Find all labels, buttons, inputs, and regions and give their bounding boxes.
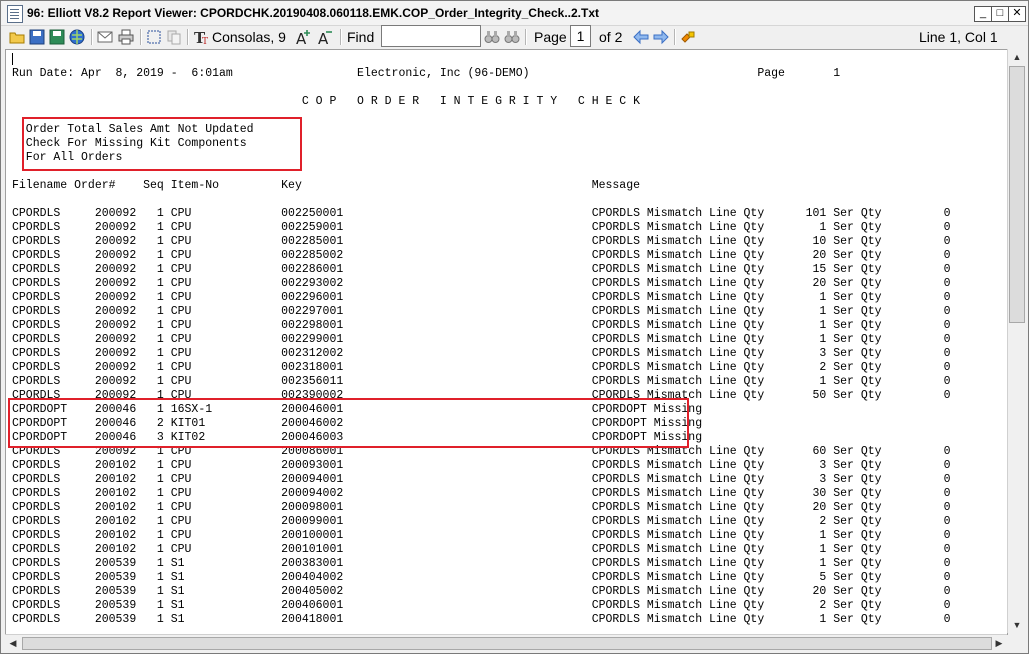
page-label: Page — [534, 29, 567, 45]
report-line: CPORDLS 200539 1 S1 200383001 CPORDLS Mi… — [12, 557, 951, 570]
report-line: CPORDLS 200102 1 CPU 200099001 CPORDLS M… — [12, 515, 951, 528]
report-line: CPORDLS 200092 1 CPU 002318001 CPORDLS M… — [12, 361, 951, 374]
cursor-position: Line 1, Col 1 — [919, 29, 998, 45]
toolbar-separator — [187, 29, 189, 45]
scroll-up-icon[interactable]: ▲ — [1009, 49, 1025, 65]
decrease-font-icon[interactable]: A — [318, 29, 334, 45]
report-line: C O P O R D E R I N T E G R I T Y C H E … — [12, 95, 641, 108]
select-all-icon[interactable] — [146, 29, 162, 45]
report-viewer-window: 96: Elliott V8.2 Report Viewer: CPORDCHK… — [0, 0, 1029, 654]
page-input[interactable]: 1 — [570, 25, 591, 47]
report-line: CPORDLS 200102 1 CPU 200100001 CPORDLS M… — [12, 529, 951, 542]
page-total: of 2 — [599, 29, 623, 45]
minimize-button[interactable]: _ — [974, 6, 992, 22]
report-line: CPORDLS 200092 1 CPU 002312002 CPORDLS M… — [12, 347, 951, 360]
scroll-right-icon[interactable]: ▶ — [991, 635, 1007, 651]
toolbar-separator — [91, 29, 93, 45]
report-line: CPORDLS 200539 1 S1 200418001 CPORDLS Mi… — [12, 613, 951, 626]
find-next-icon[interactable] — [504, 29, 520, 45]
svg-text:T: T — [202, 37, 208, 45]
horizontal-scroll-thumb[interactable] — [22, 637, 992, 650]
print-icon[interactable] — [118, 29, 134, 45]
email-icon[interactable] — [97, 29, 113, 45]
vertical-scroll-thumb[interactable] — [1009, 66, 1025, 323]
report-line: CPORDLS 200539 1 S1 200405002 CPORDLS Mi… — [12, 585, 951, 598]
report-line: CPORDLS 200092 1 CPU 002297001 CPORDLS M… — [12, 305, 951, 318]
toolbar-separator — [525, 29, 527, 45]
exit-icon[interactable] — [680, 29, 696, 45]
toolbar-separator — [340, 29, 342, 45]
report-line: CPORDLS 200092 1 CPU 002298001 CPORDLS M… — [12, 319, 951, 332]
report-line: Run Date: Apr 8, 2019 - 6:01am Electroni… — [12, 67, 841, 80]
find-label: Find — [347, 29, 375, 45]
report-line — [12, 81, 951, 95]
window-title: 96: Elliott V8.2 Report Viewer: CPORDCHK… — [27, 6, 600, 20]
report-line: CPORDLS 200092 1 CPU 002259001 CPORDLS M… — [12, 221, 951, 234]
scroll-down-icon[interactable]: ▼ — [1009, 617, 1025, 633]
globe-icon[interactable] — [69, 29, 85, 45]
report-line: CPORDLS 200102 1 CPU 200101001 CPORDLS M… — [12, 543, 951, 556]
report-line: CPORDLS 200539 1 S1 200406001 CPORDLS Mi… — [12, 599, 951, 612]
copy-icon[interactable] — [166, 29, 182, 45]
maximize-button[interactable]: □ — [991, 6, 1009, 22]
toolbar-separator — [140, 29, 142, 45]
report-line — [12, 193, 951, 207]
report-line: CPORDLS 200102 1 CPU 200098001 CPORDLS M… — [12, 501, 951, 514]
previous-page-icon[interactable] — [633, 29, 649, 45]
save-as-icon[interactable] — [49, 29, 65, 45]
report-line: CPORDLS 200102 1 CPU 200093001 CPORDLS M… — [12, 459, 951, 472]
next-page-icon[interactable] — [653, 29, 669, 45]
report-line: CPORDLS 200092 1 CPU 002250001 CPORDLS M… — [12, 207, 951, 220]
find-input[interactable] — [381, 25, 481, 47]
highlight-box-missing-kits — [8, 398, 689, 448]
toolbar-separator — [674, 29, 676, 45]
report-line: CPORDLS 200092 1 CPU 002299001 CPORDLS M… — [12, 333, 951, 346]
report-line: CPORDLS 200102 1 CPU 200094002 CPORDLS M… — [12, 487, 951, 500]
font-selector[interactable]: Consolas, 9 — [212, 28, 286, 46]
report-line: CPORDLS 200092 1 CPU 002296001 CPORDLS M… — [12, 291, 951, 304]
increase-font-icon[interactable]: A — [296, 29, 312, 45]
report-line: CPORDLS 200092 1 CPU 002286001 CPORDLS M… — [12, 263, 951, 276]
document-icon — [7, 5, 23, 23]
report-line: CPORDLS 200539 1 S1 200404002 CPORDLS Mi… — [12, 571, 951, 584]
report-line: CPORDLS 200092 1 CPU 002293002 CPORDLS M… — [12, 277, 951, 290]
find-previous-icon[interactable] — [484, 29, 500, 45]
toolbar: TT Consolas, 9 A A Find Page of 2 Line 1… — [1, 26, 1028, 48]
text-cursor — [12, 53, 13, 65]
report-line: CPORDLS 200102 1 CPU 200094001 CPORDLS M… — [12, 473, 951, 486]
open-folder-icon[interactable] — [9, 29, 25, 45]
font-icon[interactable]: TT — [194, 29, 210, 45]
save-icon[interactable] — [29, 29, 45, 45]
report-line: CPORDLS 200092 1 CPU 002285001 CPORDLS M… — [12, 235, 951, 248]
highlight-box-header — [22, 117, 302, 171]
report-area[interactable]: Run Date: Apr 8, 2019 - 6:01am Electroni… — [5, 49, 1008, 635]
scroll-left-icon[interactable]: ◀ — [5, 635, 21, 651]
report-line: Filename Order# Seq Item-No Key Message — [12, 179, 641, 192]
title-bar[interactable]: 96: Elliott V8.2 Report Viewer: CPORDCHK… — [1, 1, 1028, 26]
report-line: CPORDLS 200092 1 CPU 002356011 CPORDLS M… — [12, 375, 951, 388]
report-line: CPORDLS 200092 1 CPU 002285002 CPORDLS M… — [12, 249, 951, 262]
close-button[interactable]: ✕ — [1008, 6, 1026, 22]
